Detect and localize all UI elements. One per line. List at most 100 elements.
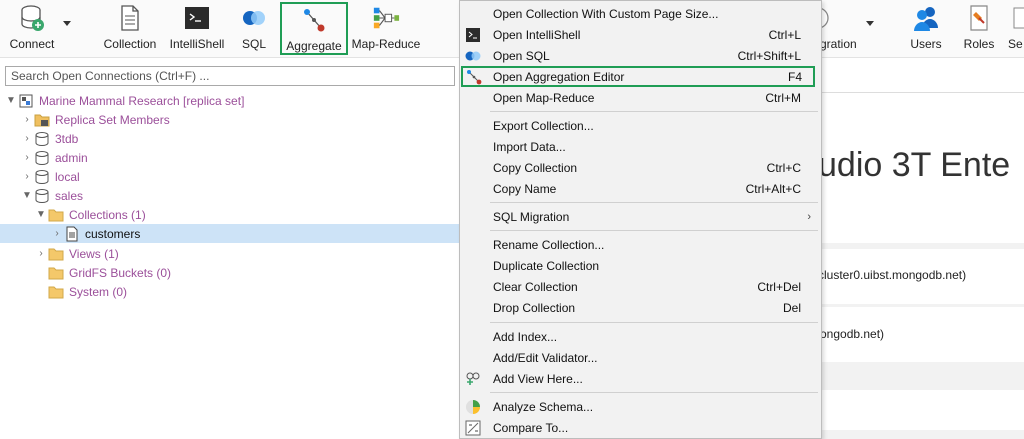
pipeline-icon bbox=[466, 69, 482, 85]
folder-server-icon bbox=[34, 112, 50, 128]
menu-item-label: Duplicate Collection bbox=[493, 258, 600, 273]
collapse-caret-icon[interactable]: ▼ bbox=[34, 205, 48, 224]
expand-caret-icon[interactable]: › bbox=[20, 129, 34, 148]
tree-item-label: System (0) bbox=[69, 284, 128, 299]
menu-open-sql[interactable]: Open SQL Ctrl+Shift+L bbox=[460, 45, 821, 66]
menu-item-label: Import Data... bbox=[493, 139, 566, 154]
menu-shortcut: Ctrl+C bbox=[766, 160, 801, 175]
menu-item-label: Open Aggregation Editor bbox=[493, 69, 625, 84]
folder-icon bbox=[48, 284, 64, 300]
tab-bar bbox=[822, 58, 1024, 93]
tree-item-label: Collections (1) bbox=[69, 207, 146, 222]
connection-host-2: ongodb.net) bbox=[820, 327, 885, 341]
menu-open-aggregation-editor[interactable]: Open Aggregation Editor F4 bbox=[461, 66, 815, 87]
tree-item-db-sales[interactable]: ▼ sales bbox=[0, 186, 460, 205]
menu-copy-name[interactable]: Copy Name Ctrl+Alt+C bbox=[460, 178, 821, 199]
menu-shortcut: Del bbox=[782, 300, 801, 315]
map-reduce-button[interactable]: Map-Reduce bbox=[352, 0, 420, 56]
menu-add-view-here[interactable]: Add View Here... bbox=[460, 368, 821, 389]
tree-item-label: local bbox=[55, 169, 80, 184]
analyze-schema-icon bbox=[465, 399, 481, 415]
migration-dropdown-arrow-icon[interactable] bbox=[866, 21, 874, 26]
tree-item-label: Marine Mammal Research [replica set] bbox=[39, 93, 245, 108]
collapse-caret-icon[interactable]: ▼ bbox=[20, 186, 34, 205]
connect-dropdown-arrow-icon[interactable] bbox=[63, 21, 71, 26]
settings-button[interactable]: Se bbox=[1008, 0, 1024, 56]
search-connections-input[interactable] bbox=[5, 66, 455, 86]
menu-shortcut: Ctrl+M bbox=[765, 90, 801, 105]
menu-import-data[interactable]: Import Data... bbox=[460, 136, 821, 157]
menu-export-collection[interactable]: Export Collection... bbox=[460, 115, 821, 136]
map-reduce-label: Map-Reduce bbox=[351, 37, 421, 51]
menu-item-label: Compare To... bbox=[493, 420, 569, 435]
collection-button[interactable]: Collection bbox=[102, 0, 158, 56]
menu-analyze-schema[interactable]: Analyze Schema... bbox=[460, 396, 821, 417]
tree-item-db-3tdb[interactable]: › 3tdb bbox=[0, 129, 460, 148]
tree-item-system-folder[interactable]: System (0) bbox=[0, 282, 460, 301]
expand-caret-icon[interactable]: › bbox=[20, 110, 34, 129]
menu-drop-collection[interactable]: Drop Collection Del bbox=[460, 297, 821, 318]
users-button[interactable]: Users bbox=[906, 0, 946, 56]
tree-item-collections-folder[interactable]: ▼ Collections (1) bbox=[0, 205, 460, 224]
sql-button[interactable]: SQL bbox=[236, 0, 272, 56]
tree-item-label: Replica Set Members bbox=[55, 112, 170, 127]
intellishell-button[interactable]: IntelliShell bbox=[168, 0, 226, 56]
menu-open-intellishell[interactable]: Open IntelliShell Ctrl+L bbox=[460, 24, 821, 45]
terminal-icon bbox=[465, 27, 481, 43]
menu-item-label: Open IntelliShell bbox=[493, 27, 581, 42]
collection-label: Collection bbox=[103, 37, 157, 51]
users-icon bbox=[912, 4, 940, 32]
menu-add-index[interactable]: Add Index... bbox=[460, 326, 821, 347]
tree-item-db-admin[interactable]: › admin bbox=[0, 148, 460, 167]
aggregate-button[interactable]: Aggregate bbox=[280, 2, 348, 55]
map-reduce-icon bbox=[372, 4, 400, 32]
menu-duplicate-collection[interactable]: Duplicate Collection bbox=[460, 255, 821, 276]
connection-card-3[interactable] bbox=[822, 390, 1024, 430]
menu-sql-migration[interactable]: SQL Migration › bbox=[460, 206, 821, 227]
menu-item-label: Copy Name bbox=[493, 181, 557, 196]
menu-clear-collection[interactable]: Clear Collection Ctrl+Del bbox=[460, 276, 821, 297]
expand-caret-icon[interactable]: › bbox=[20, 167, 34, 186]
tree-item-views-folder[interactable]: › Views (1) bbox=[0, 244, 460, 263]
tree-item-label: sales bbox=[55, 188, 84, 203]
settings-icon bbox=[1008, 4, 1024, 32]
menu-compare-to[interactable]: Compare To... bbox=[460, 417, 821, 438]
expand-caret-icon[interactable]: › bbox=[20, 148, 34, 167]
menu-separator bbox=[490, 202, 818, 203]
roles-icon bbox=[965, 4, 993, 32]
collection-context-menu: Open Collection With Custom Page Size...… bbox=[459, 0, 822, 439]
submenu-arrow-icon: › bbox=[807, 210, 811, 223]
folder-icon bbox=[48, 246, 64, 262]
tree-item-collection-customers[interactable]: › customers bbox=[0, 224, 460, 243]
menu-item-label: SQL Migration bbox=[493, 209, 570, 224]
menu-open-custom-page-size[interactable]: Open Collection With Custom Page Size... bbox=[460, 3, 821, 24]
menu-copy-collection[interactable]: Copy Collection Ctrl+C bbox=[460, 157, 821, 178]
expand-caret-icon[interactable]: › bbox=[50, 224, 64, 243]
tree-item-gridfs-folder[interactable]: GridFS Buckets (0) bbox=[0, 263, 460, 282]
tree-item-db-local[interactable]: › local bbox=[0, 167, 460, 186]
tree-item-connection[interactable]: ▼ Marine Mammal Research [replica set] bbox=[0, 91, 460, 110]
menu-shortcut: Ctrl+Alt+C bbox=[745, 181, 801, 196]
menu-item-label: Open Map-Reduce bbox=[493, 90, 595, 105]
menu-item-label: Analyze Schema... bbox=[493, 399, 594, 414]
collapse-caret-icon[interactable]: ▼ bbox=[4, 91, 18, 110]
database-plug-icon bbox=[18, 4, 46, 32]
menu-rename-collection[interactable]: Rename Collection... bbox=[460, 234, 821, 255]
menu-open-map-reduce[interactable]: Open Map-Reduce Ctrl+M bbox=[460, 87, 821, 108]
database-icon bbox=[34, 150, 50, 166]
expand-caret-icon[interactable]: › bbox=[34, 244, 48, 263]
menu-add-edit-validator[interactable]: Add/Edit Validator... bbox=[460, 347, 821, 368]
tree-item-label: admin bbox=[55, 150, 88, 165]
tree-item-replica-members[interactable]: › Replica Set Members bbox=[0, 110, 460, 129]
tree-item-label: Views (1) bbox=[69, 246, 119, 261]
sql-migration-button[interactable]: gration bbox=[814, 0, 864, 56]
compare-icon bbox=[465, 420, 481, 436]
menu-item-label: Drop Collection bbox=[493, 300, 576, 315]
tree-item-label: customers bbox=[85, 226, 141, 241]
connect-button[interactable]: Connect bbox=[6, 0, 58, 56]
aggregate-label: Aggregate bbox=[286, 39, 342, 53]
menu-item-label: Copy Collection bbox=[493, 160, 578, 175]
terminal-icon bbox=[183, 4, 211, 32]
menu-item-label: Add View Here... bbox=[493, 371, 583, 386]
roles-button[interactable]: Roles bbox=[960, 0, 998, 56]
